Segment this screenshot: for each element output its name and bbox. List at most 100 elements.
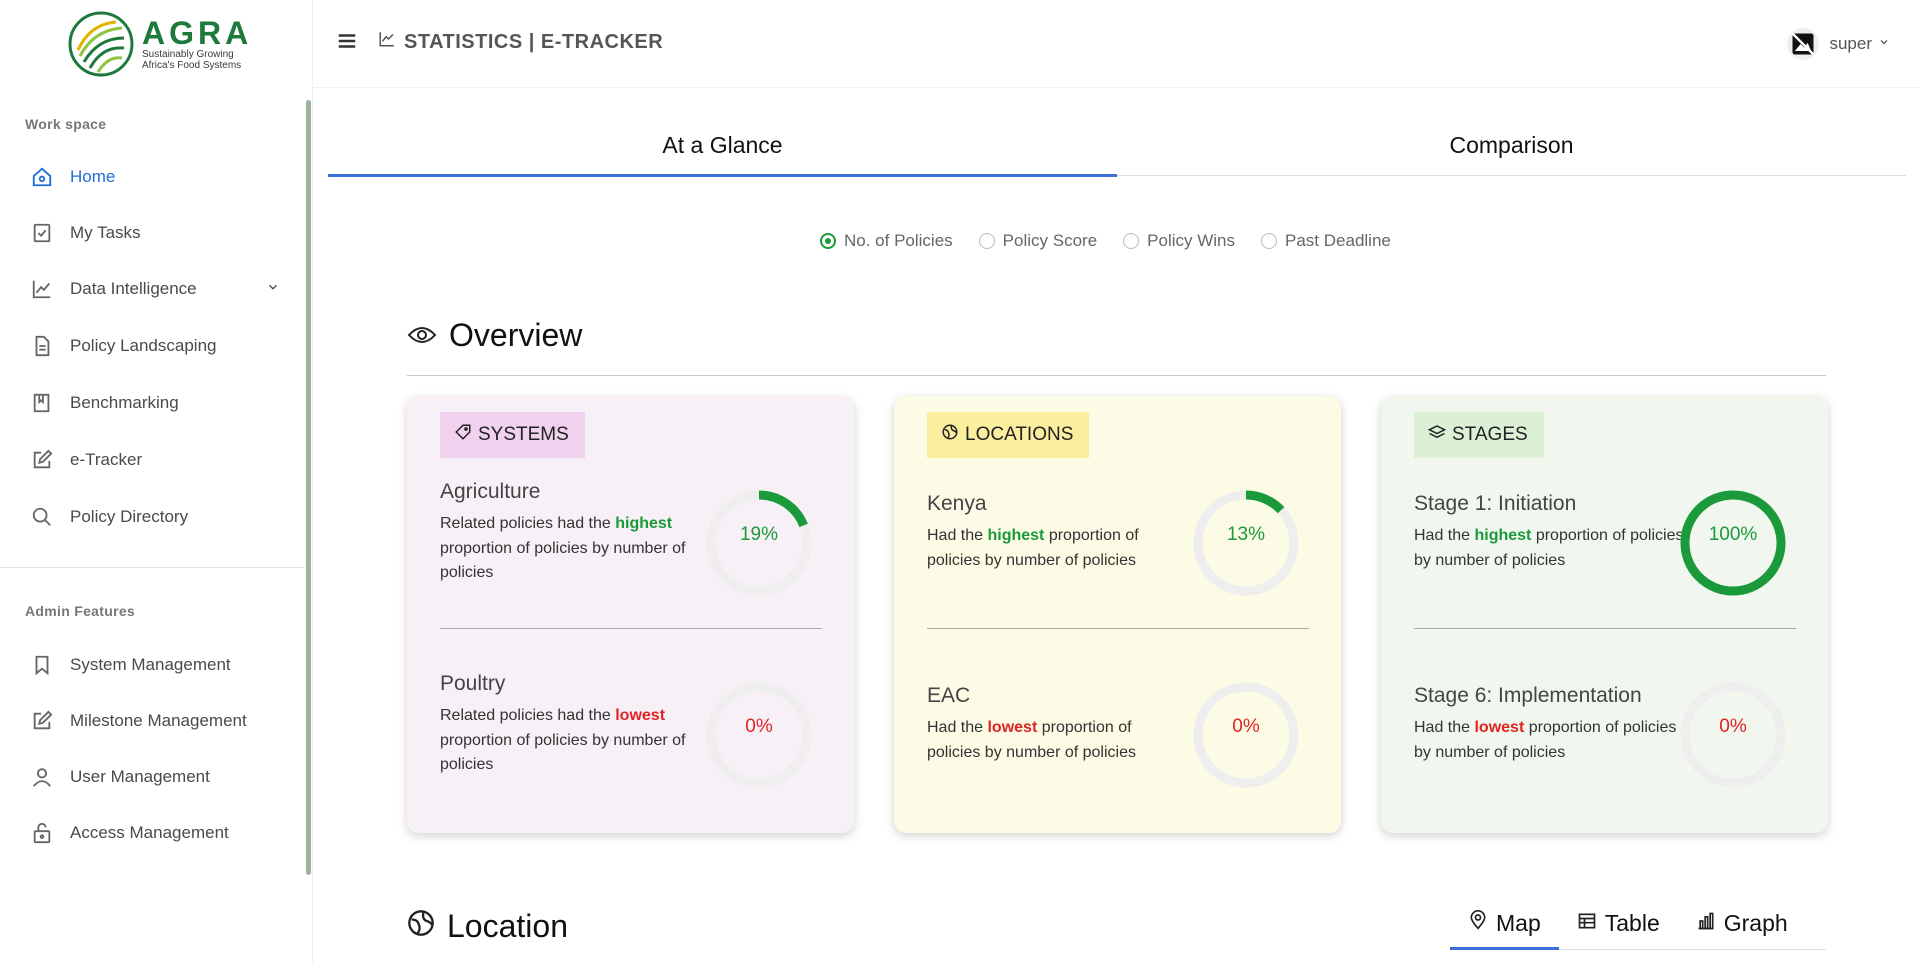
- progress-ring: 13%: [1192, 489, 1300, 597]
- item-title: Poultry: [440, 672, 506, 695]
- progress-ring: 19%: [705, 489, 813, 597]
- sidebar-item-milestone-management[interactable]: Milestone Management: [30, 704, 280, 738]
- radio-dot: [1261, 233, 1278, 249]
- lowest-keyword: lowest: [987, 719, 1038, 736]
- radio-label: No. of Policies: [844, 231, 953, 250]
- page-title-text: STATISTICS | E-TRACKER: [404, 30, 664, 53]
- sidebar: AGRA Sustainably Growing Africa's Food S…: [0, 0, 313, 963]
- search-icon: [30, 505, 54, 529]
- stages-card: STAGES Stage 1: Initiation Had the highe…: [1381, 396, 1828, 833]
- sidebar-scrollbar[interactable]: [306, 100, 311, 875]
- tab-at-a-glance[interactable]: At a Glance: [328, 122, 1117, 177]
- hamburger-menu-icon[interactable]: [336, 30, 362, 56]
- sidebar-item-e-tracker[interactable]: e-Tracker: [30, 443, 280, 477]
- radio-dot: [978, 233, 995, 249]
- sidebar-item-label: e-Tracker: [70, 450, 143, 469]
- locations-lowest-item: EAC Had the lowest proportion of policie…: [927, 684, 1187, 765]
- radio-label: Past Deadline: [1285, 231, 1391, 250]
- card-divider: [1414, 628, 1796, 629]
- tab-label: Map: [1496, 909, 1541, 936]
- badge-label: SYSTEMS: [478, 424, 569, 445]
- book-icon: [30, 391, 54, 415]
- item-description: Had the highest proportion of policies b…: [927, 527, 1139, 569]
- card-divider: [440, 628, 822, 629]
- radio-policy-score[interactable]: Policy Score: [978, 231, 1098, 251]
- radio-label: Policy Score: [1002, 231, 1098, 250]
- systems-lowest-item: Poultry Related policies had the lowest …: [440, 672, 700, 778]
- sidebar-item-label: Milestone Management: [70, 711, 247, 730]
- sidebar-item-label: User Management: [70, 767, 210, 786]
- sidebar-item-label: Benchmarking: [70, 393, 179, 412]
- sidebar-divider: [0, 567, 305, 568]
- sidebar-item-label: Policy Directory: [70, 507, 189, 526]
- sidebar-item-my-tasks[interactable]: My Tasks: [30, 216, 280, 250]
- sidebar-item-home[interactable]: Home: [30, 160, 280, 194]
- sidebar-item-data-intelligence[interactable]: Data Intelligence: [30, 272, 280, 306]
- stages-lowest-item: Stage 6: Implementation Had the lowest p…: [1414, 684, 1684, 765]
- line-chart-icon: [30, 277, 54, 301]
- radio-label: Policy Wins: [1147, 231, 1236, 250]
- systems-highest-item: Agriculture Related policies had the hig…: [440, 480, 700, 586]
- radio-dot: [1123, 233, 1140, 249]
- item-description: Had the highest proportion of policies b…: [1414, 527, 1684, 569]
- sidebar-item-label: Home: [70, 167, 116, 186]
- user-menu[interactable]: super: [1787, 28, 1890, 60]
- sidebar-item-user-management[interactable]: User Management: [30, 760, 280, 794]
- highest-keyword: highest: [615, 515, 673, 532]
- tab-graph[interactable]: Graph: [1678, 898, 1806, 948]
- overview-divider: [407, 375, 1826, 376]
- line-chart-icon: [378, 30, 396, 54]
- eye-icon: [407, 317, 437, 354]
- chevron-down-icon: [1878, 35, 1890, 53]
- table-icon: [1577, 910, 1597, 937]
- bookmark-icon: [30, 653, 54, 677]
- card-divider: [927, 628, 1309, 629]
- progress-ring: 0%: [705, 681, 813, 789]
- lock-icon: [30, 821, 54, 845]
- badge-label: STAGES: [1452, 424, 1528, 445]
- edit-icon: [30, 709, 54, 733]
- radio-policy-wins[interactable]: Policy Wins: [1123, 231, 1235, 251]
- progress-ring: 0%: [1679, 681, 1787, 789]
- sidebar-item-benchmarking[interactable]: Benchmarking: [30, 386, 280, 420]
- radio-no-of-policies[interactable]: No. of Policies: [820, 231, 953, 251]
- item-title: Stage 6: Implementation: [1414, 684, 1642, 707]
- tab-map[interactable]: Map: [1450, 898, 1559, 950]
- tab-table[interactable]: Table: [1559, 898, 1678, 948]
- location-view-tabs: Map Table Graph: [1450, 898, 1826, 950]
- item-title: Kenya: [927, 492, 987, 515]
- metric-radio-group: No. of Policies Policy Score Policy Wins…: [820, 231, 1417, 251]
- sidebar-item-policy-directory[interactable]: Policy Directory: [30, 500, 280, 534]
- badge-label: LOCATIONS: [965, 424, 1074, 445]
- systems-card: SYSTEMS Agriculture Related policies had…: [407, 396, 854, 833]
- view-tabs: At a Glance Comparison: [328, 122, 1906, 177]
- radio-past-deadline[interactable]: Past Deadline: [1261, 231, 1391, 251]
- workspace-section-title: Work space: [25, 116, 107, 132]
- item-title: EAC: [927, 684, 971, 707]
- brand-name: AGRA: [142, 15, 253, 51]
- item-title: Stage 1: Initiation: [1414, 492, 1577, 515]
- percent-label: 0%: [1232, 716, 1260, 737]
- sidebar-item-label: Data Intelligence: [70, 279, 197, 298]
- overview-header: Overview: [407, 317, 582, 354]
- locations-card: LOCATIONS Kenya Had the highest proporti…: [894, 396, 1341, 833]
- sidebar-item-label: System Management: [70, 655, 231, 674]
- percent-label: 13%: [1226, 524, 1266, 545]
- home-icon: [30, 165, 54, 189]
- item-description: Related policies had the highest proport…: [440, 515, 686, 581]
- locations-highest-item: Kenya Had the highest proportion of poli…: [927, 492, 1187, 573]
- percent-label: 0%: [745, 716, 773, 737]
- document-icon: [30, 334, 54, 358]
- tag-icon: [454, 423, 472, 447]
- chevron-down-icon[interactable]: [266, 280, 280, 299]
- lowest-keyword: lowest: [615, 707, 666, 724]
- sidebar-item-system-management[interactable]: System Management: [30, 648, 280, 682]
- brand-logo[interactable]: AGRA Sustainably Growing Africa's Food S…: [68, 10, 262, 78]
- tab-comparison[interactable]: Comparison: [1117, 122, 1906, 175]
- sidebar-item-access-management[interactable]: Access Management: [30, 816, 280, 850]
- sidebar-item-policy-landscaping[interactable]: Policy Landscaping: [30, 329, 280, 363]
- map-pin-icon: [1468, 909, 1488, 937]
- locations-badge: LOCATIONS: [927, 412, 1090, 458]
- item-description: Had the lowest proportion of policies by…: [927, 719, 1136, 761]
- percent-label: 100%: [1708, 524, 1758, 545]
